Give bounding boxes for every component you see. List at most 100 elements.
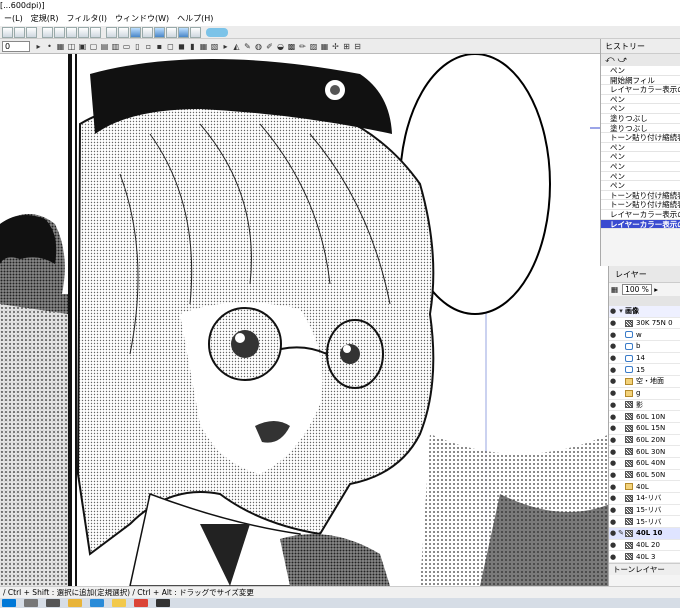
arrow-right-icon[interactable]: ▸ (34, 42, 43, 51)
drawing-canvas[interactable] (0, 54, 610, 586)
history-item[interactable]: ペン (601, 142, 680, 153)
eye-icon[interactable]: ● (609, 401, 617, 409)
snap-button[interactable] (190, 26, 201, 38)
play-icon[interactable]: ▸ (221, 42, 230, 51)
hatch-icon[interactable]: ▨ (309, 42, 318, 51)
history-item[interactable]: ペン (601, 104, 680, 114)
history-item[interactable]: トーン貼り付け縮続表示の切 (601, 133, 680, 143)
layer-row[interactable]: ● 14-リバ (609, 493, 680, 505)
layer-row[interactable]: ● ✎ 40L 10 (609, 528, 680, 540)
eye-icon[interactable]: ● (609, 494, 617, 502)
app-icon[interactable] (156, 599, 170, 607)
blend-icon[interactable]: ▦ (611, 285, 618, 294)
box6-icon[interactable]: ◼ (177, 42, 186, 51)
save-button[interactable] (26, 26, 37, 38)
search-taskbar-icon[interactable] (24, 599, 38, 607)
size-field[interactable]: 0 (2, 40, 30, 52)
select-icon[interactable]: ◫ (67, 42, 76, 51)
ruler-button[interactable] (166, 26, 177, 38)
history-item[interactable]: 開始網フィル (601, 75, 680, 86)
cross-icon[interactable]: ✢ (331, 42, 340, 51)
box9-icon[interactable]: ▧ (210, 42, 219, 51)
frame-icon[interactable]: ▣ (78, 42, 87, 51)
eye-icon[interactable]: ● (609, 506, 617, 514)
open-button[interactable] (14, 26, 25, 38)
layer-row[interactable]: ● 40L (609, 481, 680, 493)
history-item[interactable]: ペン (601, 181, 680, 191)
redo-button[interactable] (90, 26, 101, 38)
opacity-arrow-icon[interactable]: ▸ (652, 285, 658, 294)
eye-icon[interactable]: ● (609, 553, 617, 561)
layer-row[interactable]: ● w (609, 329, 680, 342)
layer-row[interactable]: ● 40L 3 (609, 551, 680, 564)
paste-button[interactable] (66, 26, 77, 38)
search-icon[interactable] (206, 27, 228, 37)
layer-row[interactable]: ● 30K 75N 0 (609, 317, 680, 330)
menu-ruler[interactable]: 定規(R) (27, 11, 63, 26)
history-item[interactable]: ペン (601, 66, 680, 76)
triangle-icon[interactable]: ◭ (232, 42, 241, 51)
brush-icon[interactable]: ✎ (243, 42, 252, 51)
layer-row[interactable]: ● 14 (609, 352, 680, 365)
eye-icon[interactable]: ● (609, 354, 617, 362)
history-item[interactable]: ペン (601, 161, 680, 172)
layer-row[interactable]: ● 影 (609, 399, 680, 412)
layer-row[interactable]: ● 60L 40N (609, 457, 680, 470)
new-file-button[interactable] (2, 26, 13, 38)
history-item[interactable]: トーン貼り付け縮続表示の切 (601, 190, 680, 201)
history-item[interactable]: レイヤーカラー表示の切り替え (601, 85, 680, 95)
cut-button[interactable] (42, 26, 53, 38)
task-view-icon[interactable] (46, 599, 60, 607)
expand-icon[interactable]: ▾ (617, 307, 625, 315)
eye-icon[interactable]: ● (609, 389, 617, 397)
box8-icon[interactable]: ▦ (199, 42, 208, 51)
layer-row[interactable]: ● b (609, 341, 680, 353)
box7-icon[interactable]: ▮ (188, 42, 197, 51)
tone-icon[interactable]: ▩ (287, 42, 296, 51)
box2-icon[interactable]: ▯ (133, 42, 142, 51)
layer-row[interactable]: ● 60L 15N (609, 422, 680, 435)
eye-icon[interactable]: ● (609, 483, 617, 491)
history-item[interactable]: ペン (601, 171, 680, 182)
eye-icon[interactable]: ● (609, 366, 617, 374)
marker-icon[interactable]: ✏ (298, 42, 307, 51)
layer-row[interactable]: ● 40L 20 (609, 539, 680, 552)
eye-icon[interactable]: ● (609, 541, 617, 549)
zoom-out-button[interactable] (118, 26, 129, 38)
history-item[interactable]: レイヤーカラー表示の切り (601, 219, 680, 230)
box3-icon[interactable]: ▫ (144, 42, 153, 51)
explorer-icon[interactable] (68, 599, 82, 607)
ruler-icon[interactable]: ⊟ (353, 42, 362, 51)
eye-icon[interactable]: ● (609, 413, 617, 421)
eye-icon[interactable]: ● (609, 471, 617, 479)
eye-icon[interactable]: ● (609, 307, 617, 315)
layer-row[interactable]: ● 60L 10N (609, 411, 680, 423)
layer-row[interactable]: ● 15-リバ (609, 516, 680, 529)
zoom-in-button[interactable] (106, 26, 117, 38)
dot-icon[interactable]: • (45, 42, 54, 51)
fit-view-button[interactable] (130, 26, 141, 38)
eye-icon[interactable]: ● (609, 331, 617, 339)
menu-filter[interactable]: フィルタ(I) (63, 11, 111, 26)
history-item[interactable]: ペン (601, 94, 680, 105)
menu-layer[interactable]: ー(L) (0, 11, 27, 26)
layer-row[interactable]: ● 60L 30N (609, 446, 680, 458)
history-undo-redo[interactable]: ⤺ ⤻ (601, 54, 680, 66)
layer-row[interactable]: ● 15-リバ (609, 504, 680, 517)
eye-icon[interactable]: ● (609, 377, 617, 385)
bucket-icon[interactable]: ◒ (276, 42, 285, 51)
chrome-icon[interactable] (134, 599, 148, 607)
history-item[interactable]: 塗りつぶし (601, 123, 680, 134)
eye-icon[interactable]: ● (609, 436, 617, 444)
select-rect-icon[interactable]: ▢ (89, 42, 98, 51)
eye-icon[interactable]: ● (609, 319, 617, 327)
layer-fill-icon[interactable]: ▥ (111, 42, 120, 51)
rotate-button[interactable] (142, 26, 153, 38)
box5-icon[interactable]: ◻ (166, 42, 175, 51)
eye-icon[interactable]: ● (609, 448, 617, 456)
box-icon[interactable]: ▭ (122, 42, 131, 51)
eye-icon[interactable]: ● (609, 459, 617, 467)
eye-icon[interactable]: ● (609, 342, 617, 350)
menu-window[interactable]: ウィンドウ(W) (111, 11, 173, 26)
layer-row[interactable]: ● 60L 20N (609, 434, 680, 447)
